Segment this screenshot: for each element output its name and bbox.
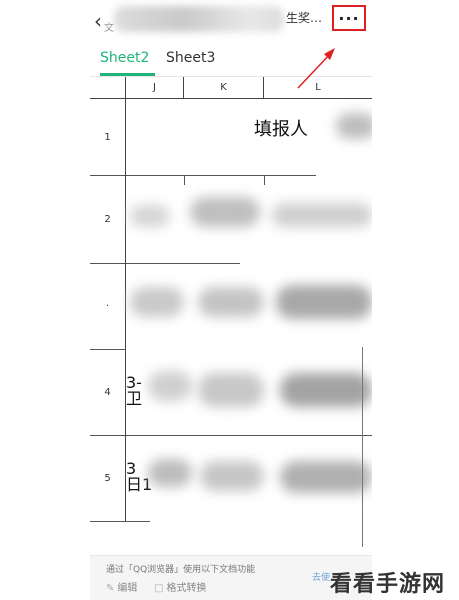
annotation-arrow <box>297 48 335 89</box>
arrow-shaft <box>297 51 333 89</box>
watermark-logo: 看看手游网 <box>330 572 446 597</box>
